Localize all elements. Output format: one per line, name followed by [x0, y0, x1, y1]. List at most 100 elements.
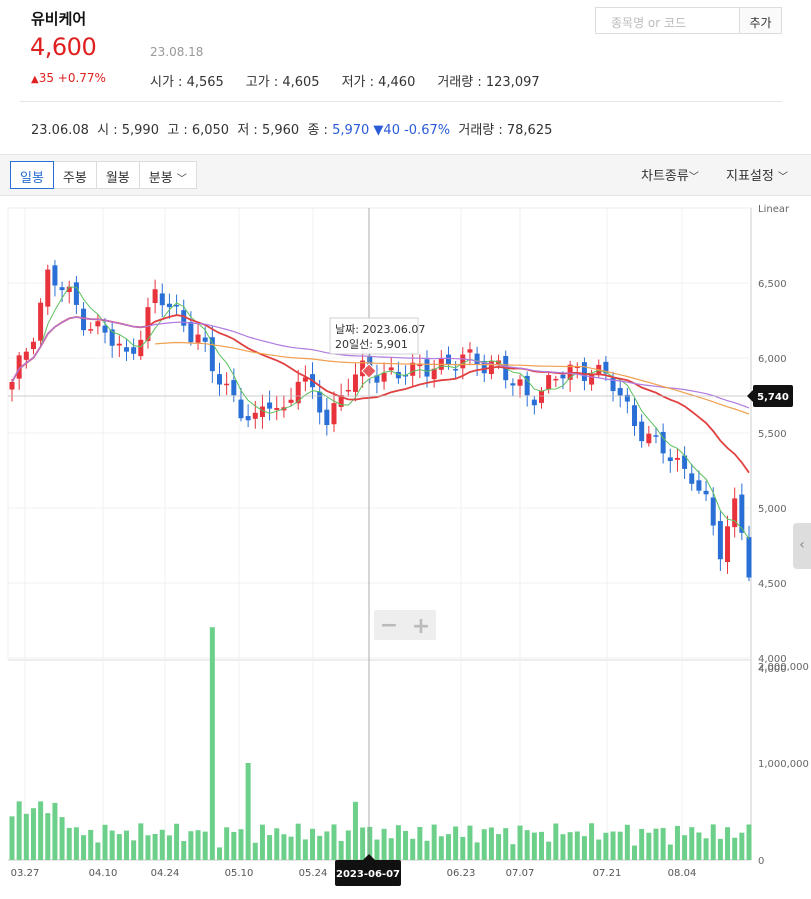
candle-body [59, 287, 65, 291]
candle-body [88, 329, 94, 331]
volume-bar [30, 808, 36, 860]
chart-grid [7, 207, 752, 861]
volume-bar [639, 828, 645, 860]
volume-bar [338, 840, 344, 860]
candle-body [131, 347, 137, 354]
tab-monthly[interactable]: 월봉 [95, 161, 140, 189]
stock-name: 유비케어 [31, 10, 87, 28]
price-stats: 시가 : 4,565 고가 : 4,605 저가 : 4,460 거래량 : 1… [150, 71, 562, 90]
candle-body [560, 374, 566, 379]
volume-bar [116, 834, 122, 860]
candle-body [152, 289, 158, 304]
volume-bar [245, 763, 251, 860]
volume-top-label: 4,000 [758, 664, 787, 675]
volume-bar [460, 836, 466, 860]
hover-ohlc-info: 23.06.08 시 : 5,990 고 : 6,050 저 : 5,960 종… [31, 119, 552, 138]
candle-body [474, 353, 480, 365]
tab-weekly[interactable]: 주봉 [52, 161, 97, 189]
zoom-in-button[interactable]: + [412, 614, 430, 639]
chart-svg[interactable]: 6,5006,0005,5005,0004,5004,000Linear2,00… [0, 200, 811, 895]
volume-bar [252, 842, 258, 860]
candlesticks [9, 260, 752, 582]
candle-body [102, 325, 108, 333]
candle-body [188, 322, 194, 343]
volume-bar [23, 813, 29, 860]
tooltip-date: 날짜: 2023.06.07 [335, 323, 425, 336]
indicator-label: 지표설정 [726, 169, 774, 184]
volume-bar [488, 827, 494, 860]
crosshair-date-label: 2023-06-07 [336, 869, 400, 880]
volume-bar [560, 834, 566, 860]
candle-body [352, 374, 358, 392]
volume-bar [331, 824, 337, 860]
volume-bar [16, 801, 22, 860]
candle-body [667, 457, 673, 462]
candle-body [95, 321, 101, 327]
candle-body [116, 343, 122, 346]
volume-bar [209, 627, 215, 860]
volume-bar [302, 839, 308, 860]
volume-bar [102, 824, 108, 860]
stock-chart[interactable]: 6,500 6,000 5,500 5,000 4,500 4,000 Linear 2,00… [0, 200, 811, 895]
add-button[interactable]: 추가 [740, 7, 782, 34]
volume-bar [195, 830, 201, 860]
volume-bar [38, 801, 44, 860]
candle-body [274, 407, 280, 410]
open-price: 시가 : 4,565 [150, 75, 224, 90]
candle-body [288, 399, 294, 403]
candle-body [538, 390, 544, 403]
volume-bar [524, 830, 530, 860]
candle-body [510, 383, 516, 386]
volume-bar [603, 832, 609, 860]
stock-search-input[interactable]: 종목명 or 코드 [595, 7, 740, 34]
volume-bar [174, 823, 180, 860]
volume-bar [538, 831, 544, 860]
tab-minute[interactable]: 분봉 ﹀ [138, 161, 197, 189]
tab-minute-label: 분봉 [148, 171, 173, 186]
x-tick-label: 05.10 [225, 868, 254, 879]
current-price: 4,600 [30, 33, 97, 61]
price-tick-label: 5,000 [758, 504, 787, 515]
volume-bar [274, 828, 280, 860]
price-tick-label: 5,500 [758, 429, 787, 440]
volume-bar [238, 829, 244, 860]
volume-bar [138, 823, 144, 860]
volume-bar [667, 844, 673, 860]
chart-type-label: 차트종류 [641, 169, 689, 184]
volume-bar [395, 825, 401, 860]
volume-bar [159, 829, 165, 860]
candle-body [81, 308, 87, 331]
period-tabs: 일봉 주봉 월봉 분봉 ﹀ [10, 161, 197, 189]
volume-bar [45, 813, 51, 860]
volume-bar [725, 827, 731, 860]
candle-body [646, 433, 652, 444]
tooltip-ma20: 20일선: 5,901 [335, 337, 408, 351]
indicator-settings-dropdown[interactable]: 지표설정 ﹀ [726, 165, 788, 184]
x-tick-label: 04.10 [89, 868, 118, 879]
volume-bar [710, 824, 716, 860]
volume-bar [188, 831, 194, 860]
chart-overlay: 날짜: 2023.06.0720일선: 5,901 5,740 2023-06-07… [8, 208, 793, 886]
side-panel-toggle[interactable]: ‹ [793, 523, 811, 569]
candle-body [467, 349, 473, 353]
low-price: 저가 : 4,460 [341, 75, 416, 90]
volume-bar [674, 825, 680, 860]
hover-date: 23.06.08 [31, 123, 89, 138]
chevron-down-icon: ﹀ [688, 172, 699, 183]
volume-bar [438, 836, 444, 860]
price-tick-label: 6,000 [758, 354, 787, 365]
candle-body [138, 339, 144, 357]
tab-daily[interactable]: 일봉 [10, 161, 54, 189]
volume-bar [152, 833, 158, 860]
current-price-label: 5,740 [757, 392, 789, 403]
chart-type-dropdown[interactable]: 차트종류﹀ [641, 165, 699, 184]
zoom-out-button[interactable]: − [380, 613, 398, 638]
candle-body [238, 399, 244, 419]
volume-bar [653, 828, 659, 860]
candle-body [453, 368, 459, 371]
volume-bar [73, 827, 79, 860]
down-triangle-icon: ▼ [373, 123, 384, 138]
hover-change: 40 -0.67% [383, 123, 451, 138]
volume-bar [424, 840, 430, 860]
hover-low: 저 : 5,960 [237, 123, 300, 138]
